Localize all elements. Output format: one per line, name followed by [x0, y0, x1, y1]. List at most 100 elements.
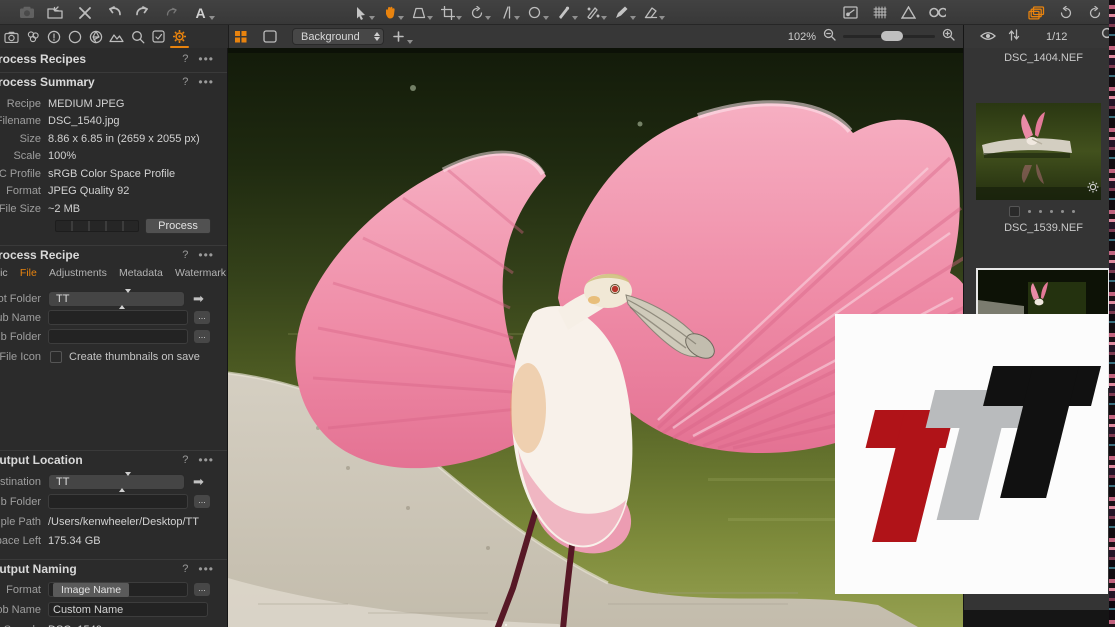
multi-view-icon[interactable] — [232, 28, 249, 45]
thumbnail-dsc-1539[interactable] — [976, 103, 1101, 200]
grid-icon[interactable] — [871, 4, 888, 21]
root-folder-select[interactable]: TT — [48, 291, 185, 307]
help-button[interactable]: ? — [182, 249, 188, 261]
rating-dot[interactable] — [1050, 210, 1053, 213]
process-button[interactable]: Process — [145, 218, 211, 234]
panel-title: Process Summary — [0, 75, 182, 89]
redo-icon[interactable] — [134, 4, 151, 21]
rotate-right-icon[interactable] — [1086, 4, 1103, 21]
proof-margin-icon[interactable] — [261, 28, 278, 45]
layer-select-value: Background — [301, 31, 360, 43]
sample-path-row: Sample Path /Users/kenwheeler/Desktop/TT — [0, 512, 228, 531]
job-name-input[interactable]: Custom Name — [48, 602, 208, 617]
sub-name-row: Sub Name ... — [0, 308, 228, 327]
details-tab-icon[interactable] — [127, 26, 148, 48]
location-sub-folder-input[interactable] — [48, 494, 188, 509]
straighten-icon[interactable] — [497, 4, 514, 21]
batch-tab-icon[interactable] — [148, 26, 169, 48]
rating-dot[interactable] — [1028, 210, 1031, 213]
rotate-icon[interactable] — [468, 4, 485, 21]
browser-toolbar: 1/12 — [963, 25, 1115, 48]
help-button[interactable]: ? — [182, 53, 188, 65]
sub-folder-input[interactable] — [48, 329, 188, 344]
more-button[interactable]: ••• — [198, 248, 214, 262]
format-token-button[interactable]: ... — [194, 583, 210, 596]
thumbnail-filename: DSC_1404.NEF — [976, 52, 1111, 64]
help-button[interactable]: ? — [182, 454, 188, 466]
add-layer-icon[interactable] — [390, 28, 407, 45]
process-recipes-header[interactable]: Process Recipes ? ••• — [0, 50, 228, 68]
erase-mask-icon[interactable] — [642, 4, 659, 21]
thumbnail-settings-gear-icon[interactable] — [1087, 180, 1099, 198]
output-location-header[interactable]: Output Location ? ••• — [0, 450, 228, 468]
color-wheel-tab-icon[interactable] — [22, 26, 43, 48]
create-thumbnails-checkbox[interactable] — [50, 351, 62, 363]
recipe-tabs: Basic File Adjustments Metadata Watermar… — [0, 267, 228, 283]
destination-select[interactable]: TT — [48, 474, 185, 490]
process-recipe-header[interactable]: Process Recipe ? ••• — [0, 245, 228, 263]
draw-mask-icon[interactable] — [613, 4, 630, 21]
heal-brush-icon[interactable] — [555, 4, 572, 21]
exposure-evaluation-icon[interactable] — [842, 4, 859, 21]
zoom-out-icon[interactable] — [823, 28, 836, 46]
tab-file[interactable]: File — [20, 267, 37, 283]
select-cursor-icon[interactable] — [352, 4, 369, 21]
format-input[interactable]: Image Name — [48, 582, 188, 597]
thumbnail-checkbox[interactable] — [1009, 206, 1020, 217]
sub-folder-token-button[interactable]: ... — [194, 330, 210, 343]
import-icon[interactable] — [47, 4, 64, 21]
sub-name-input[interactable] — [48, 310, 188, 325]
output-naming-header[interactable]: Output Naming ? ••• — [0, 559, 228, 577]
styles-tab-icon[interactable] — [64, 26, 85, 48]
thumbnail-image — [976, 103, 1101, 200]
rating-dot[interactable] — [1061, 210, 1064, 213]
exposure-warning-icon[interactable] — [900, 4, 917, 21]
more-button[interactable]: ••• — [198, 52, 214, 66]
tab-metadata[interactable]: Metadata — [119, 267, 163, 283]
undo-icon[interactable] — [105, 4, 122, 21]
capture-tab-icon[interactable] — [1, 26, 22, 48]
rotate-left-icon[interactable] — [1057, 4, 1074, 21]
rating-dot[interactable] — [1072, 210, 1075, 213]
close-icon[interactable] — [76, 4, 93, 21]
keystone-icon[interactable] — [410, 4, 427, 21]
stepper-icon — [374, 32, 380, 41]
help-button[interactable]: ? — [182, 76, 188, 88]
panel-title: Process Recipe — [0, 248, 182, 262]
pan-hand-icon[interactable] — [381, 4, 398, 21]
layer-select[interactable]: Background — [292, 28, 384, 45]
format-token[interactable]: Image Name — [53, 583, 129, 597]
open-folder-arrow-icon[interactable]: ➡ — [193, 292, 204, 305]
proof-icon[interactable] — [929, 4, 946, 21]
clone-brush-icon[interactable] — [584, 4, 601, 21]
sort-icon[interactable] — [1008, 28, 1020, 46]
more-button[interactable]: ••• — [198, 453, 214, 467]
redo-alt-icon[interactable] — [163, 4, 180, 21]
zoom-slider[interactable] — [843, 35, 935, 38]
more-button[interactable]: ••• — [198, 75, 214, 89]
tab-basic[interactable]: Basic — [0, 267, 8, 283]
help-button[interactable]: ? — [182, 563, 188, 575]
thumbnail-rating[interactable] — [1009, 206, 1075, 217]
open-destination-arrow-icon[interactable]: ➡ — [193, 475, 204, 488]
zoom-in-icon[interactable] — [942, 28, 955, 46]
process-summary-header[interactable]: Process Summary ? ••• — [0, 72, 228, 90]
rating-dot[interactable] — [1039, 210, 1042, 213]
lens-tab-icon[interactable] — [85, 26, 106, 48]
more-button[interactable]: ••• — [198, 562, 214, 576]
exposure-tab-icon[interactable] — [106, 26, 127, 48]
process-tab-icon[interactable] — [169, 26, 190, 48]
tab-watermark[interactable]: Watermark — [175, 267, 226, 283]
zoom-slider-thumb[interactable] — [881, 31, 903, 41]
camera-icon[interactable] — [18, 4, 35, 21]
circle-mask-icon[interactable] — [526, 4, 543, 21]
sub-name-token-button[interactable]: ... — [194, 311, 210, 324]
tab-adjustments[interactable]: Adjustments — [49, 267, 107, 283]
annotations-icon[interactable]: A — [192, 4, 209, 21]
copy-adjustments-icon[interactable] — [1028, 4, 1045, 21]
eye-filter-icon[interactable] — [980, 28, 996, 46]
location-sub-folder-token-button[interactable]: ... — [194, 495, 210, 508]
info-tab-icon[interactable] — [43, 26, 64, 48]
crop-icon[interactable] — [439, 4, 456, 21]
zoom-controls: 102% — [788, 25, 955, 48]
